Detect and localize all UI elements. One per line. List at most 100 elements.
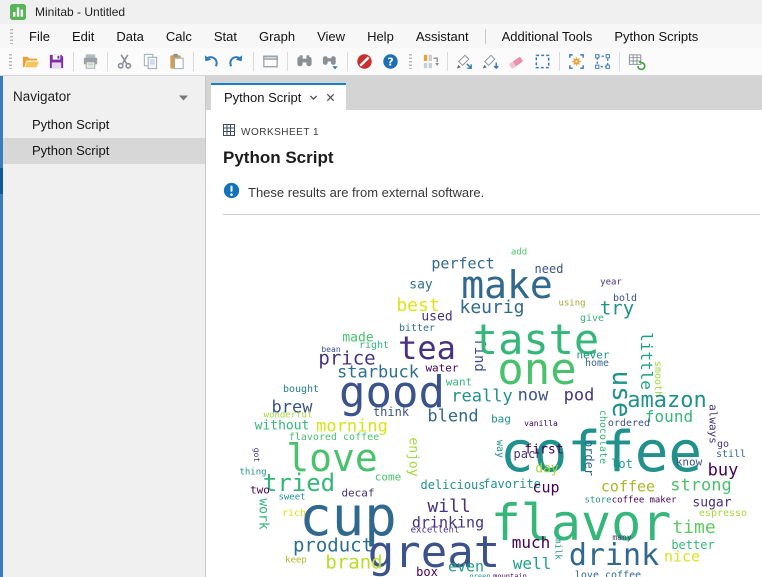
brush-edit-icon[interactable]	[478, 50, 503, 74]
toolbar: ?	[0, 48, 762, 76]
wordcloud-word: bought	[283, 385, 319, 395]
external-results-notice: These results are from external software…	[223, 182, 762, 202]
brush-add-icon[interactable]	[452, 50, 477, 74]
cut-icon[interactable]	[112, 50, 137, 74]
wordcloud-word: milk	[553, 538, 562, 560]
menu-item-view[interactable]: View	[306, 26, 356, 47]
menu-item-python-scripts[interactable]: Python Scripts	[603, 26, 709, 47]
wordcloud-word: coffee	[601, 480, 655, 495]
wordcloud-word: brand	[325, 554, 382, 573]
wordcloud-word: used	[421, 311, 452, 324]
worksheet-row: WORKSHEET 1	[206, 110, 762, 141]
selection-gear-icon[interactable]	[564, 50, 589, 74]
wordcloud-word: work	[257, 498, 270, 529]
menu-item-file[interactable]: File	[18, 26, 61, 47]
no-entry-icon[interactable]	[352, 50, 377, 74]
wordcloud-word: delicious	[420, 479, 485, 491]
undo-icon[interactable]	[198, 50, 223, 74]
word-cloud: addperfectneedsaymakeyearbestkeurigusing…	[228, 227, 762, 577]
wordcloud-word: say	[409, 279, 432, 292]
svg-text:?: ?	[387, 56, 393, 69]
menu-item-data[interactable]: Data	[105, 26, 154, 47]
titlebar: Minitab - Untitled	[0, 0, 762, 24]
navigator-item-python-script[interactable]: Python Script	[0, 112, 205, 138]
tab-close-icon[interactable]	[326, 93, 335, 102]
wordcloud-word: got	[252, 448, 260, 462]
left-scroll-thumb[interactable]	[0, 168, 3, 194]
tab-strip: Python Script	[206, 76, 762, 110]
open-folder-icon[interactable]	[18, 50, 43, 74]
selection-rect-icon[interactable]	[530, 50, 555, 74]
wordcloud-word: lot	[611, 458, 633, 470]
navigator-title: Navigator	[13, 89, 71, 104]
wordcloud-word: mountain	[493, 574, 527, 577]
navigator-header: Navigator	[0, 76, 205, 112]
menu-left: FileEditDataCalcStatGraphViewHelpAssista…	[18, 26, 480, 47]
wordcloud-word: well	[513, 556, 552, 572]
table-refresh-icon[interactable]	[624, 50, 649, 74]
toolbar-separator	[347, 52, 348, 71]
wordcloud-word: come	[375, 472, 402, 483]
wordcloud-word: day	[535, 463, 558, 476]
tab-chevron-down-icon[interactable]	[309, 93, 318, 102]
save-icon[interactable]	[44, 50, 69, 74]
toolbar-separator	[287, 52, 288, 71]
wordcloud-word: two	[250, 485, 270, 496]
menu-item-edit[interactable]: Edit	[61, 26, 105, 47]
paste-icon[interactable]	[164, 50, 189, 74]
toolbar-separator	[107, 52, 108, 71]
menu-item-stat[interactable]: Stat	[203, 26, 248, 47]
navigator-item-python-script[interactable]: Python Script	[0, 138, 205, 164]
page-title: Python Script	[223, 148, 762, 168]
wordcloud-word: now	[518, 388, 549, 405]
menubar: FileEditDataCalcStatGraphViewHelpAssista…	[0, 24, 762, 48]
drag-handle	[409, 54, 412, 69]
wordcloud-word: without	[255, 420, 310, 433]
find-next-icon[interactable]	[318, 50, 343, 74]
wordcloud-word: know	[676, 457, 703, 468]
menu-item-graph[interactable]: Graph	[248, 26, 306, 47]
wordcloud-word: order	[583, 440, 595, 476]
main-area: Navigator Python ScriptPython Script Pyt…	[0, 76, 762, 577]
copy-icon[interactable]	[138, 50, 163, 74]
wordcloud-word: enjoy	[407, 437, 420, 476]
selection-frame-icon[interactable]	[590, 50, 615, 74]
menu-item-calc[interactable]: Calc	[155, 26, 203, 47]
minitab-window: Minitab - Untitled FileEditDataCalcStatG…	[0, 0, 762, 577]
worksheet-label: WORKSHEET 1	[241, 127, 319, 138]
menu-item-help[interactable]: Help	[356, 26, 405, 47]
navigator-items: Python ScriptPython Script	[0, 112, 205, 164]
help-icon[interactable]: ?	[378, 50, 403, 74]
wordcloud-word: drink	[569, 541, 659, 571]
toolbar-separator	[73, 52, 74, 71]
dialog-window-icon[interactable]	[258, 50, 283, 74]
worksheet-grid-icon	[223, 123, 235, 141]
divider	[223, 214, 760, 215]
wordcloud-word: tea	[398, 332, 456, 364]
wordcloud-word: box	[416, 566, 438, 577]
document-area: WORKSHEET 1 Python Script These results …	[206, 110, 762, 577]
navigator-dropdown-icon[interactable]	[179, 89, 188, 104]
wordcloud-word: way	[494, 440, 504, 458]
window-title: Minitab - Untitled	[35, 5, 125, 19]
menu-item-additional-tools[interactable]: Additional Tools	[491, 26, 604, 47]
wordcloud-word: really	[451, 389, 512, 406]
toolbar-separator	[559, 52, 560, 71]
drag-handle	[10, 29, 13, 44]
menu-item-assistant[interactable]: Assistant	[405, 26, 480, 47]
toolbar-separator	[193, 52, 194, 71]
wordcloud-word: strong	[670, 478, 731, 495]
wordcloud-word: using	[558, 300, 585, 309]
tab-python-script[interactable]: Python Script	[211, 83, 346, 110]
minitab-logo-icon	[10, 4, 26, 20]
navigator-panel: Navigator Python ScriptPython Script	[0, 76, 206, 577]
find-icon[interactable]	[292, 50, 317, 74]
update-graph-icon[interactable]	[418, 50, 443, 74]
toolbar-separator	[253, 52, 254, 71]
menu-right: Additional ToolsPython Scripts	[491, 26, 710, 47]
wordcloud-word: much	[512, 535, 551, 551]
wordcloud-word: first	[524, 444, 563, 457]
redo-icon[interactable]	[224, 50, 249, 74]
eraser-icon[interactable]	[504, 50, 529, 74]
print-icon[interactable]	[78, 50, 103, 74]
